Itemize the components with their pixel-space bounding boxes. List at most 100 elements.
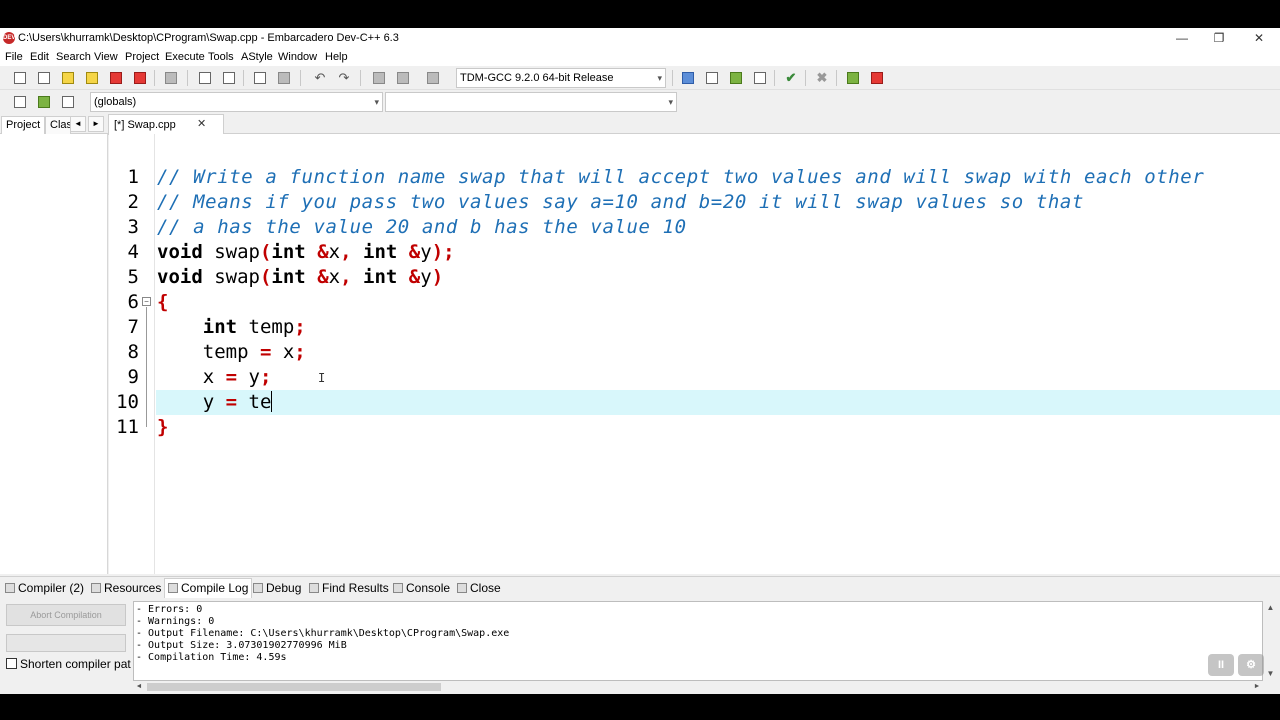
print-icon[interactable] [163, 70, 179, 86]
code-line-4: void swap(int &x, int &y); [157, 241, 455, 263]
syntax-check-icon[interactable]: ✔ [783, 70, 799, 86]
scroll-left-icon[interactable]: ◄ [133, 681, 145, 693]
save-all-icon[interactable] [84, 70, 100, 86]
tab-find-results[interactable]: Find Results [309, 580, 389, 598]
menu-project[interactable]: Project [125, 51, 159, 63]
tab-compile-log[interactable]: Compile Log [164, 578, 253, 599]
indent-icon[interactable] [252, 70, 268, 86]
log-horizontal-scrollbar[interactable]: ◄ ► [133, 681, 1263, 693]
menu-window[interactable]: Window [278, 51, 317, 63]
tab-scroll-left-icon[interactable]: ◄ [70, 116, 86, 132]
menu-help[interactable]: Help [325, 51, 348, 63]
scroll-down-icon[interactable]: ▼ [1263, 667, 1278, 681]
compiler-icon [5, 583, 15, 593]
menu-file[interactable]: File [5, 51, 23, 63]
open-file-icon[interactable] [36, 70, 52, 86]
line-number: 10 [116, 391, 139, 413]
run-icon[interactable] [704, 70, 720, 86]
log-line: - Compilation Time: 4.59s [136, 652, 287, 663]
menu-bar: File Edit Search View Project Execute To… [0, 48, 1280, 66]
replace-icon[interactable] [221, 70, 237, 86]
bookmark-next-icon[interactable] [395, 70, 411, 86]
scope-select[interactable]: (globals) ▾ [90, 92, 383, 112]
editor-tab-swap-cpp[interactable]: [*] Swap.cpp ✕ [108, 114, 224, 135]
member-select[interactable]: ▾ [385, 92, 677, 112]
project-browser-panel[interactable] [0, 134, 108, 574]
log-vertical-scrollbar[interactable]: ▲ ▼ [1263, 601, 1278, 681]
goto-line-icon[interactable] [425, 70, 441, 86]
abort-compilation-button[interactable]: Abort Compilation [6, 604, 126, 626]
close-all-icon[interactable] [132, 70, 148, 86]
debug-icon [253, 583, 263, 593]
code-comment: // a has the value 20 and b has the valu… [157, 216, 687, 238]
redo-icon[interactable]: ↷ [336, 70, 352, 86]
toolbar-separator [672, 70, 673, 86]
pause-icon[interactable]: II [1208, 654, 1234, 676]
tab-scroll-right-icon[interactable]: ► [88, 116, 104, 132]
profile-chart-icon[interactable] [845, 70, 861, 86]
line-number: 8 [127, 341, 139, 363]
goto-bookmark-icon[interactable] [60, 94, 76, 110]
code-line-1: // Write a function name swap that will … [157, 165, 1204, 190]
toggle-bookmark-icon[interactable] [36, 94, 52, 110]
window-title: C:\Users\khurramk\Desktop\CProgram\Swap.… [18, 32, 399, 44]
find-icon[interactable] [197, 70, 213, 86]
bookmark-prev-icon[interactable] [371, 70, 387, 86]
tab-console-label: Console [406, 581, 451, 595]
scope-select-value: (globals) [94, 96, 137, 108]
unindent-icon[interactable] [276, 70, 292, 86]
close-tab-icon[interactable]: ✕ [197, 117, 206, 130]
tab-compile-log-label: Compile Log [181, 581, 249, 595]
resources-icon [91, 583, 101, 593]
restore-button[interactable]: ❐ [1200, 28, 1238, 48]
fold-guide-line [146, 307, 147, 427]
editor-tab-label: [*] Swap.cpp [114, 119, 176, 131]
tab-close[interactable]: Close [457, 580, 501, 598]
minimize-button[interactable]: — [1163, 28, 1201, 48]
menu-tools[interactable]: Tools [208, 51, 234, 63]
compile-run-icon[interactable] [728, 70, 744, 86]
tab-classes[interactable]: Clas [45, 116, 71, 134]
code-line-7: int temp; [202, 316, 306, 338]
line-number: 6 [127, 291, 139, 313]
tab-project[interactable]: Project [1, 116, 45, 134]
close-window-button[interactable]: ✕ [1240, 28, 1278, 48]
new-file-icon[interactable] [12, 70, 28, 86]
menu-execute[interactable]: Execute [165, 51, 205, 63]
stop-execution-icon[interactable]: ✖ [814, 70, 830, 86]
menu-view[interactable]: View [94, 51, 118, 63]
class-toolbar: (globals) ▾ ▾ [0, 90, 1280, 114]
compile-log-icon [168, 583, 178, 593]
shorten-compiler-paths-checkbox[interactable] [6, 658, 17, 669]
scroll-up-icon[interactable]: ▲ [1263, 601, 1278, 615]
scrollbar-thumb[interactable] [147, 683, 441, 691]
menu-astyle[interactable]: AStyle [241, 51, 273, 63]
scroll-right-icon[interactable]: ► [1251, 681, 1263, 693]
code-editor[interactable]: 1 2 3 4 5 6 7 8 9 10 11 − // Write a fun… [109, 134, 1280, 574]
tab-close-label: Close [470, 581, 501, 595]
tab-find-results-label: Find Results [322, 581, 389, 595]
debug-icon[interactable] [869, 70, 885, 86]
tab-debug[interactable]: Debug [253, 580, 301, 598]
compile-log-output[interactable]: - Errors: 0 - Warnings: 0 - Output Filen… [133, 601, 1263, 681]
menu-search[interactable]: Search [56, 51, 91, 63]
menu-edit[interactable]: Edit [30, 51, 49, 63]
code-line-9: x = y; [157, 366, 272, 388]
compile-icon[interactable] [680, 70, 696, 86]
toolbar-separator [774, 70, 775, 86]
fold-collapse-icon[interactable]: − [142, 297, 151, 306]
tab-console[interactable]: Console [393, 580, 450, 598]
compiler-select[interactable]: TDM-GCC 9.2.0 64-bit Release ▾ [456, 68, 666, 88]
toolbar-separator [805, 70, 806, 86]
close-file-icon[interactable] [108, 70, 124, 86]
tab-resources[interactable]: Resources [91, 580, 161, 598]
code-line-3: // a has the value 20 and b has the valu… [157, 215, 687, 240]
rebuild-all-icon[interactable] [752, 70, 768, 86]
tab-compiler[interactable]: Compiler (2) [5, 580, 84, 598]
bottom-tab-bar: Compiler (2) Resources Compile Log Debug… [0, 576, 1280, 599]
settings-icon[interactable]: ⚙ [1238, 654, 1264, 676]
save-icon[interactable] [60, 70, 76, 86]
chevron-down-icon: ▾ [374, 97, 379, 107]
undo-icon[interactable]: ↶ [312, 70, 328, 86]
insert-icon[interactable] [12, 94, 28, 110]
